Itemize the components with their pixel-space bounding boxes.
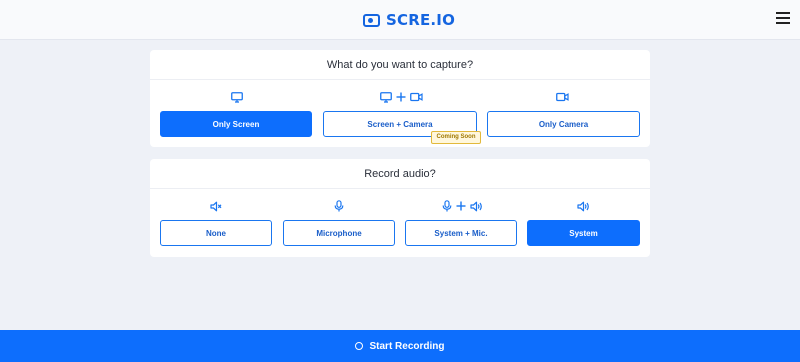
start-recording-button[interactable]: Start Recording: [0, 330, 800, 362]
monitor-plus-camera-icon: [380, 90, 423, 104]
speaker-muted-icon: [210, 199, 222, 213]
microphone-plus-speaker-icon: [442, 199, 483, 213]
screen-record-logo-icon: [363, 13, 380, 27]
monitor-icon: [231, 90, 243, 104]
brand-name: SCRE.IO: [386, 11, 456, 29]
audio-card: Record audio? None Microphone System + M…: [150, 159, 650, 257]
audio-none-button[interactable]: None: [160, 220, 272, 246]
audio-system-mic-button[interactable]: System + Mic.: [405, 220, 517, 246]
microphone-icon: [334, 199, 344, 213]
capture-question: What do you want to capture?: [150, 50, 650, 80]
top-bar: SCRE.IO: [0, 0, 800, 40]
record-circle-icon: [355, 342, 364, 350]
only-camera-button[interactable]: Only Camera: [487, 111, 640, 137]
capture-card: What do you want to capture? Only Screen…: [150, 50, 650, 147]
brand-logo[interactable]: SCRE.IO: [363, 10, 455, 30]
audio-question: Record audio?: [150, 159, 650, 189]
coming-soon-badge: Coming Soon: [431, 131, 481, 144]
audio-microphone-button[interactable]: Microphone: [283, 220, 395, 246]
capture-icons: [150, 90, 650, 104]
speaker-icon: [577, 199, 590, 213]
audio-system-button[interactable]: System: [527, 220, 640, 246]
start-recording-label: Start Recording: [369, 340, 445, 352]
video-camera-icon: [556, 90, 569, 104]
only-screen-button[interactable]: Only Screen: [160, 111, 312, 137]
hamburger-menu-icon[interactable]: [776, 12, 790, 26]
audio-icons: [150, 199, 650, 213]
